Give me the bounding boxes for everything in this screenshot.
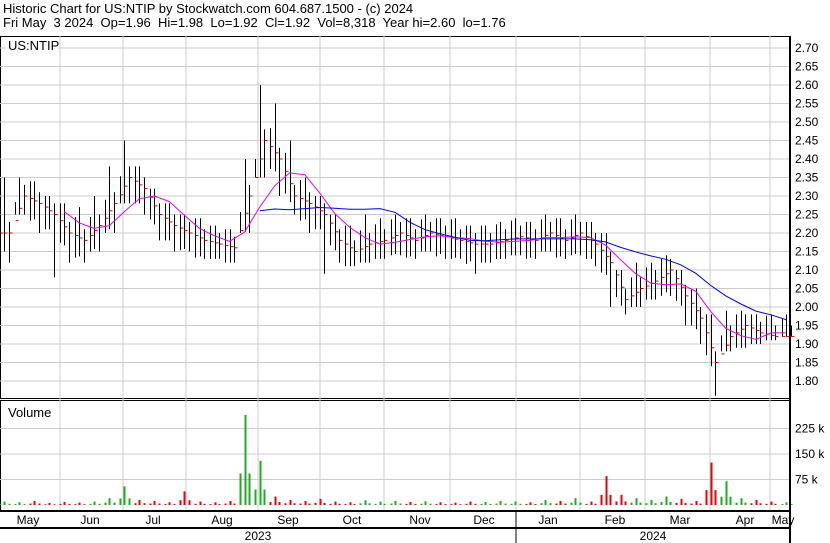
price-tick-label: 2.20 — [795, 226, 819, 240]
price-volume-chart: 2.70 2.65 2.60 2.55 2.50 2.45 2.40 2.35 2.30 2.25… — [0, 36, 825, 543]
price-tick-label: 1.85 — [795, 356, 819, 370]
month-label: Mar — [670, 513, 691, 527]
month-label: Jul — [145, 513, 160, 527]
volume-panel — [0, 400, 791, 511]
price-tick-label: 2.40 — [795, 152, 819, 166]
price-tick-label: 2.25 — [795, 208, 819, 222]
price-tick-label: 2.50 — [795, 115, 819, 129]
month-label: May — [772, 513, 795, 527]
year-label: 2023 — [245, 529, 272, 543]
month-label: Jun — [80, 513, 99, 527]
month-label: Sep — [277, 513, 299, 527]
price-tick-label: 2.10 — [795, 263, 819, 277]
price-tick-label: 1.95 — [795, 319, 819, 333]
volume-tick-label: 225 k — [795, 422, 825, 436]
volume-tick-label: 150 k — [795, 447, 825, 461]
volume-tick-label: 75 k — [795, 473, 819, 487]
price-tick-label: 2.05 — [795, 282, 819, 296]
volume-label: Volume — [8, 405, 51, 420]
month-label: Aug — [211, 513, 232, 527]
month-label: Apr — [736, 513, 755, 527]
price-tick-label: 2.30 — [795, 189, 819, 203]
month-label: Oct — [343, 513, 362, 527]
symbol-label: US:NTIP — [8, 38, 59, 53]
price-tick-label: 2.00 — [795, 300, 819, 314]
month-label: May — [17, 513, 40, 527]
month-label: Jan — [538, 513, 557, 527]
price-tick-label: 2.60 — [795, 78, 819, 92]
month-label: Feb — [605, 513, 626, 527]
price-tick-label: 2.35 — [795, 171, 819, 185]
price-tick-label: 1.80 — [795, 374, 819, 388]
price-tick-label: 2.65 — [795, 60, 819, 74]
price-tick-label: 2.15 — [795, 245, 819, 259]
month-label: Dec — [473, 513, 494, 527]
price-tick-label: 1.90 — [795, 337, 819, 351]
price-tick-label: 2.55 — [795, 97, 819, 111]
year-label: 2024 — [640, 529, 667, 543]
price-tick-label: 2.70 — [795, 41, 819, 55]
month-label: Nov — [409, 513, 430, 527]
price-tick-label: 2.45 — [795, 134, 819, 148]
